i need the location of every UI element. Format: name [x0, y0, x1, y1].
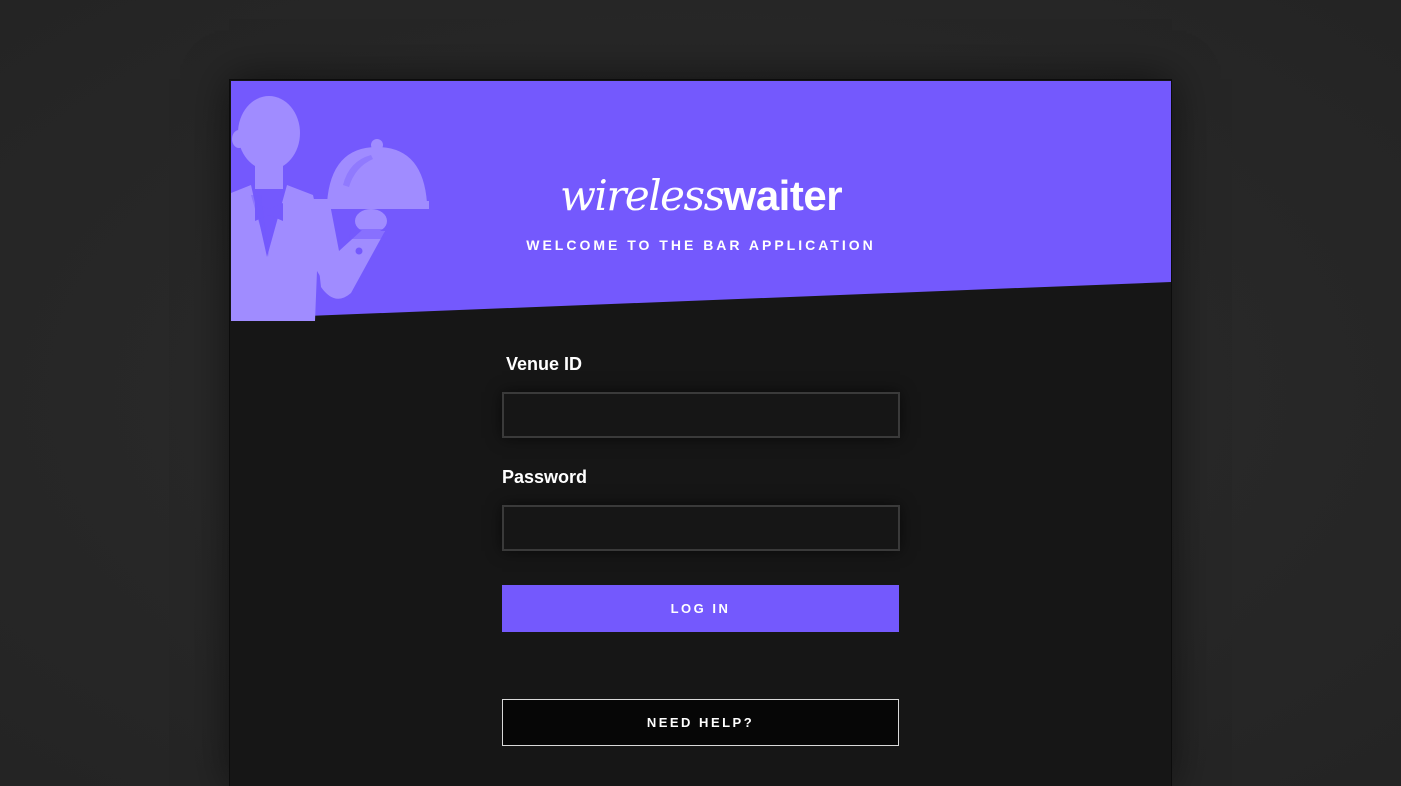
welcome-tagline: WELCOME TO THE BAR APPLICATION: [526, 237, 876, 253]
password-label: Password: [502, 467, 588, 487]
need-help-button[interactable]: NEED HELP?: [502, 699, 899, 746]
logo-wordmark-bold: waiter: [723, 172, 843, 219]
login-form: Venue ID Password LOG IN NEED HELP?: [502, 352, 900, 746]
header-banner: wirelesswaiter WELCOME TO THE BAR APPLIC…: [231, 81, 1171, 321]
password-input[interactable]: [502, 505, 900, 551]
venue-id-input[interactable]: [502, 392, 900, 438]
login-button[interactable]: LOG IN: [502, 585, 899, 632]
login-card: wirelesswaiter WELCOME TO THE BAR APPLIC…: [229, 79, 1172, 786]
wirelesswaiter-logo: wirelesswaiter: [231, 173, 1171, 219]
venue-id-label: Venue ID: [506, 354, 583, 374]
logo-wordmark-light: wireless: [559, 171, 725, 220]
